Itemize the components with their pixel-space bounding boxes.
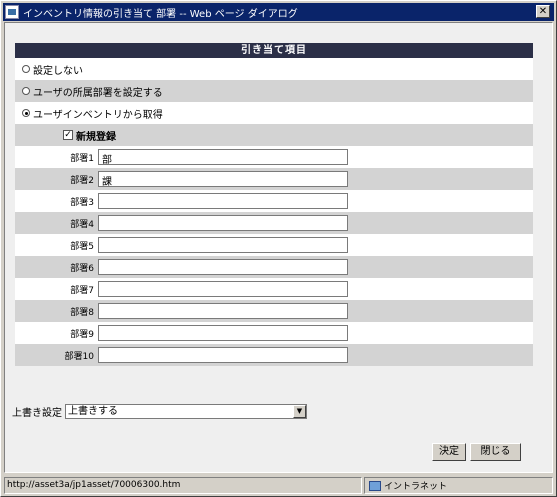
option-row-user-inventory[interactable]: ユーザインベントリから取得 bbox=[15, 102, 533, 124]
dept-row-1: 部署1 部 bbox=[15, 146, 533, 168]
dept-label: 部署4 bbox=[70, 219, 94, 230]
dept-input-1[interactable]: 部 bbox=[98, 149, 348, 166]
new-register-label: 新規登録 bbox=[76, 131, 116, 143]
dept-label: 部署8 bbox=[70, 307, 94, 318]
dept-input-10[interactable] bbox=[98, 347, 348, 363]
dept-input-9[interactable] bbox=[98, 325, 348, 341]
new-register-row[interactable]: ✓ 新規登録 bbox=[15, 124, 533, 146]
status-url: http://asset3a/jp1asset/70006300.htm bbox=[4, 477, 362, 494]
dept-input-5[interactable] bbox=[98, 237, 348, 253]
dept-row-3: 部署3 bbox=[15, 190, 533, 212]
dept-label: 部署3 bbox=[70, 197, 94, 208]
security-zone: イントラネット bbox=[364, 477, 553, 494]
panel-header: 引き当て項目 bbox=[15, 43, 533, 58]
title-bar: インベントリ情報の引き当て 部署 -- Web ページ ダイアログ ✕ bbox=[3, 3, 554, 21]
status-bar: http://asset3a/jp1asset/70006300.htm イント… bbox=[4, 477, 553, 494]
option-label-user-inventory: ユーザインベントリから取得 bbox=[33, 109, 163, 121]
dialog-window: インベントリ情報の引き当て 部署 -- Web ページ ダイアログ ✕ 引き当て… bbox=[0, 0, 557, 497]
dept-label: 部署7 bbox=[70, 285, 94, 296]
option-label-no-setting: 設定しない bbox=[33, 65, 83, 77]
option-row-user-dept[interactable]: ユーザの所属部署を設定する bbox=[15, 80, 533, 102]
overwrite-setting: 上書き設定 上書きする ▼ bbox=[12, 404, 307, 419]
close-icon[interactable]: ✕ bbox=[536, 5, 550, 18]
dept-row-4: 部署4 bbox=[15, 212, 533, 234]
radio-user-inventory[interactable] bbox=[22, 109, 30, 117]
window-title: インベントリ情報の引き当て 部署 -- Web ページ ダイアログ bbox=[23, 8, 298, 20]
decide-button[interactable]: 決定 bbox=[432, 443, 466, 461]
radio-no-setting[interactable] bbox=[22, 65, 30, 73]
dept-label: 部署2 bbox=[70, 175, 94, 186]
dept-input-7[interactable] bbox=[98, 281, 348, 297]
dept-label: 部署1 bbox=[70, 153, 94, 164]
dropdown-arrow-icon[interactable]: ▼ bbox=[293, 405, 306, 418]
dept-row-8: 部署8 bbox=[15, 300, 533, 322]
dept-label: 部署10 bbox=[64, 351, 94, 362]
assignment-panel: 引き当て項目 設定しない ユーザの所属部署を設定する ユーザインベントリから取得… bbox=[15, 43, 533, 366]
dept-row-7: 部署7 bbox=[15, 278, 533, 300]
close-button[interactable]: 閉じる bbox=[470, 443, 521, 461]
radio-user-dept[interactable] bbox=[22, 87, 30, 95]
overwrite-selected-value: 上書きする bbox=[68, 406, 118, 417]
dept-input-3[interactable] bbox=[98, 193, 348, 209]
overwrite-label: 上書き設定 bbox=[12, 408, 62, 419]
option-label-user-dept: ユーザの所属部署を設定する bbox=[33, 87, 163, 99]
dept-row-9: 部署9 bbox=[15, 322, 533, 344]
dept-label: 部署5 bbox=[70, 241, 94, 252]
new-register-checkbox[interactable]: ✓ bbox=[63, 130, 73, 140]
dept-label: 部署6 bbox=[70, 263, 94, 274]
dept-input-4[interactable] bbox=[98, 215, 348, 231]
dept-input-2[interactable]: 課 bbox=[98, 171, 348, 188]
dept-row-2: 部署2 課 bbox=[15, 168, 533, 190]
option-row-no-setting[interactable]: 設定しない bbox=[15, 58, 533, 80]
overwrite-select[interactable]: 上書きする ▼ bbox=[65, 404, 307, 419]
dept-input-8[interactable] bbox=[98, 303, 348, 319]
dept-label: 部署9 bbox=[70, 329, 94, 340]
web-page-icon bbox=[5, 5, 19, 19]
dept-row-6: 部署6 bbox=[15, 256, 533, 278]
intranet-icon bbox=[369, 480, 381, 491]
zone-label: イントラネット bbox=[384, 482, 448, 492]
dept-row-10: 部署10 bbox=[15, 344, 533, 366]
dept-row-5: 部署5 bbox=[15, 234, 533, 256]
dept-input-6[interactable] bbox=[98, 259, 348, 275]
dialog-content: 引き当て項目 設定しない ユーザの所属部署を設定する ユーザインベントリから取得… bbox=[4, 22, 553, 473]
